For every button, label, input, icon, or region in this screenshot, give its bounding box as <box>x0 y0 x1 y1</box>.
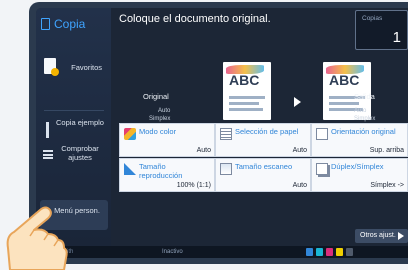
func-title: Dúplex/Símplex <box>331 162 384 171</box>
copies-value: 1 <box>392 29 401 46</box>
func-title: Tamaño escaneo <box>235 162 293 171</box>
func-value: Auto <box>196 147 211 154</box>
func-value: Auto <box>292 182 307 189</box>
copies-field[interactable]: Copias 1 <box>355 10 408 50</box>
duplex-icon <box>316 163 328 175</box>
mode-title: Copia <box>41 13 109 35</box>
func-title: Orientación original <box>331 127 396 136</box>
instruction-text: Coloque el documento original. <box>119 13 271 25</box>
toner-yellow-icon <box>336 248 343 256</box>
text-line <box>229 102 259 105</box>
color-mode-icon <box>124 128 136 140</box>
output-thumb-text: ABC <box>329 72 360 88</box>
salida-mode: Auto <box>354 108 367 114</box>
favoritos-label: Favoritos <box>71 62 102 72</box>
modo-color-button[interactable]: Modo color Auto <box>119 123 215 157</box>
sidebar-divider <box>44 110 104 111</box>
pointing-hand-icon <box>6 206 68 270</box>
text-line <box>329 102 359 105</box>
salida-info: Auto Simplex <box>354 107 375 123</box>
toner-cyan-icon <box>316 248 323 256</box>
mode-title-label: Copia <box>54 17 86 31</box>
copy-icon <box>41 18 50 30</box>
network-icon <box>306 248 313 256</box>
original-thumb-text: ABC <box>229 72 260 88</box>
orientacion-original-button[interactable]: Orientación original Sup. arriba <box>311 123 408 157</box>
status-icons <box>306 248 353 256</box>
status-bar: Smith Inactivo <box>36 246 408 258</box>
copia-ejemplo-label: Copia ejemplo <box>56 118 104 127</box>
copia-ejemplo-button[interactable]: Copia ejemplo <box>40 118 108 142</box>
toner-black-icon <box>346 248 353 256</box>
duplex-simplex-button[interactable]: Dúplex/Símplex Símplex -> <box>311 158 408 192</box>
func-value: Auto <box>292 147 307 154</box>
favoritos-button[interactable]: Favoritos <box>40 54 108 80</box>
text-line <box>229 108 263 111</box>
toner-magenta-icon <box>326 248 333 256</box>
arrow-right-icon <box>294 97 301 107</box>
favorites-icon <box>44 58 59 76</box>
seleccion-papel-button[interactable]: Selección de papel Auto <box>215 123 311 157</box>
func-title: Modo color <box>139 127 177 136</box>
orientation-icon <box>316 128 328 140</box>
function-grid: Modo color Auto Selección de papel Auto … <box>119 123 408 219</box>
func-value: 100% (1:1) <box>176 182 211 189</box>
touch-screen: Copia Favoritos Copia ejemplo Comprobar … <box>36 8 408 258</box>
func-title: Selección de papel <box>235 127 299 136</box>
func-value: Símplex -> <box>370 182 404 189</box>
main-panel: Coloque el documento original. Copias 1 … <box>111 8 408 246</box>
paper-select-icon <box>220 128 232 140</box>
comprobar-ajustes-button[interactable]: Comprobar ajustes <box>40 144 108 168</box>
func-title: Tamaño reproducción <box>139 162 183 180</box>
original-info: Auto Simplex <box>149 107 170 123</box>
text-line <box>229 96 265 99</box>
list-icon <box>43 150 53 159</box>
sample-copy-icon <box>46 122 49 138</box>
copies-label: Copias <box>362 15 383 22</box>
document-preview: Original Auto Simplex ABC ABC Salida Aut… <box>111 32 375 123</box>
func-value: Sup. arriba <box>369 147 404 154</box>
original-label: Original <box>143 92 169 101</box>
otros-ajustes-button[interactable]: Otros ajust. <box>355 229 408 243</box>
original-thumbnail: ABC <box>223 62 271 120</box>
status-state: Inactivo <box>162 249 183 255</box>
zoom-icon <box>124 163 136 175</box>
comprobar-label: Comprobar ajustes <box>61 144 99 162</box>
scan-size-icon <box>220 163 232 175</box>
salida-label: Salida <box>354 92 375 101</box>
salida-sides: Simplex <box>354 116 376 122</box>
tamano-reproduccion-button[interactable]: Tamaño reproducción 100% (1:1) <box>119 158 215 192</box>
original-sides: Simplex <box>149 116 171 122</box>
original-mode: Auto <box>158 108 171 114</box>
tamano-escaneo-button[interactable]: Tamaño escaneo Auto <box>215 158 311 192</box>
